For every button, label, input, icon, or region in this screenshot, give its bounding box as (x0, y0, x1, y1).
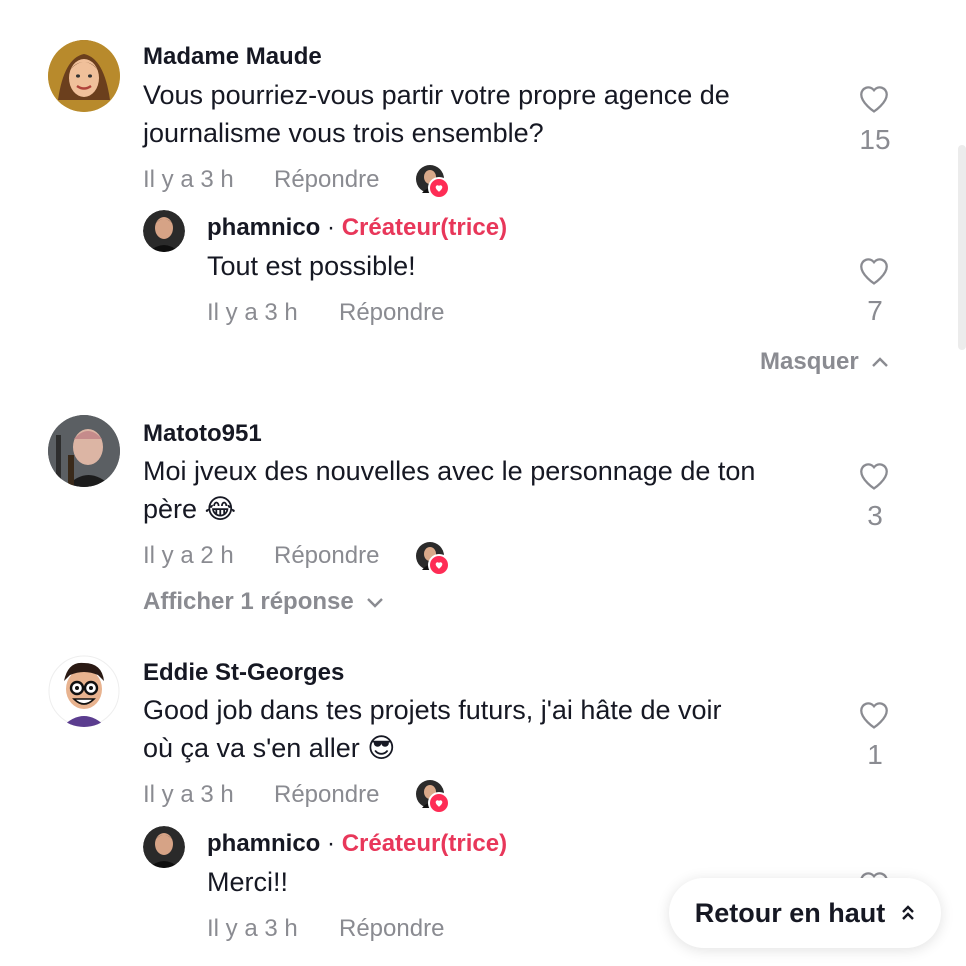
back-to-top-button[interactable]: Retour en haut (669, 878, 941, 948)
reply-author[interactable]: phamnico (207, 830, 320, 857)
comment-text-line: père 😂 (143, 494, 237, 524)
comment-author[interactable]: Madame Maude (143, 43, 322, 71)
creator-label: Créateur(trice) (341, 830, 508, 857)
heart-icon (428, 177, 450, 199)
comment-text-line: Vous pourriez-vous partir votre propre a… (143, 80, 730, 110)
hide-replies-label: Masquer (760, 348, 859, 375)
heart-outline-icon (860, 86, 888, 113)
separator: · (327, 214, 336, 241)
heart-outline-icon (860, 463, 888, 490)
heart-outline-icon (860, 702, 888, 729)
reply-text: Merci!! (207, 867, 288, 897)
comment-time: Il y a 3 h (143, 781, 234, 808)
comment-text: Moi jveux des nouvelles avec le personna… (143, 452, 755, 528)
comment-text-line: Moi jveux des nouvelles avec le personna… (143, 456, 756, 486)
chevron-down-icon (366, 598, 383, 608)
avatar[interactable] (143, 210, 185, 252)
avatar[interactable] (48, 415, 120, 487)
like-button[interactable] (857, 254, 891, 286)
comment-text-line: journalisme vous trois ensemble? (143, 118, 544, 148)
hide-replies-button[interactable]: Masquer (760, 348, 889, 376)
like-count: 15 (859, 124, 891, 155)
comment-time: Il y a 3 h (143, 166, 234, 193)
reply-time: Il y a 3 h (207, 299, 298, 326)
avatar[interactable] (143, 826, 185, 868)
heart-outline-icon (860, 258, 888, 285)
reply-button[interactable]: Répondre (339, 915, 444, 943)
show-replies-button[interactable]: Afficher 1 réponse (143, 588, 384, 616)
separator: · (327, 830, 336, 857)
scrollbar[interactable] (958, 145, 966, 350)
reply-text: Tout est possible! (207, 251, 416, 281)
like-button[interactable] (857, 82, 891, 114)
creator-liked-badge (416, 165, 450, 199)
like-count: 3 (867, 500, 883, 531)
creator-liked-badge (416, 542, 450, 576)
reply-author[interactable]: phamnico (207, 214, 320, 241)
creator-liked-badge (416, 780, 450, 814)
reply-header: phamnico · Créateur(trice) (207, 830, 507, 858)
comment-time: Il y a 2 h (143, 542, 234, 569)
reply-button[interactable]: Répondre (274, 781, 379, 809)
reply-button[interactable]: Répondre (274, 166, 379, 194)
chevron-up-icon (871, 357, 888, 367)
avatar[interactable] (48, 40, 120, 112)
avatar-image (48, 415, 120, 487)
reply-header: phamnico · Créateur(trice) (207, 214, 507, 242)
avatar[interactable] (48, 655, 120, 727)
comment-author[interactable]: Matoto951 (143, 420, 262, 448)
avatar-image (143, 210, 185, 252)
creator-label: Créateur(trice) (341, 214, 508, 241)
reply-time: Il y a 3 h (207, 915, 298, 942)
comment-text-line: Good job dans tes projets futurs, j'ai h… (143, 695, 722, 725)
show-replies-label: Afficher 1 réponse (143, 588, 354, 615)
like-button[interactable] (857, 698, 891, 730)
back-to-top-label: Retour en haut (694, 897, 886, 928)
reply-button[interactable]: Répondre (339, 299, 444, 327)
heart-icon (428, 792, 450, 814)
comment-author[interactable]: Eddie St-Georges (143, 659, 344, 687)
comment-text: Vous pourriez-vous partir votre propre a… (143, 76, 730, 152)
like-button[interactable] (857, 459, 891, 491)
like-count: 1 (867, 739, 883, 770)
avatar-image (48, 655, 120, 727)
avatar-image (48, 40, 120, 112)
double-chevron-up-icon (902, 905, 915, 920)
avatar-image (143, 826, 185, 868)
reply-button[interactable]: Répondre (274, 542, 379, 570)
comment-text-line: où ça va s'en aller 😎 (143, 733, 396, 763)
comment-text: Good job dans tes projets futurs, j'ai h… (143, 691, 721, 767)
heart-icon (428, 554, 450, 576)
like-count: 7 (867, 295, 883, 326)
